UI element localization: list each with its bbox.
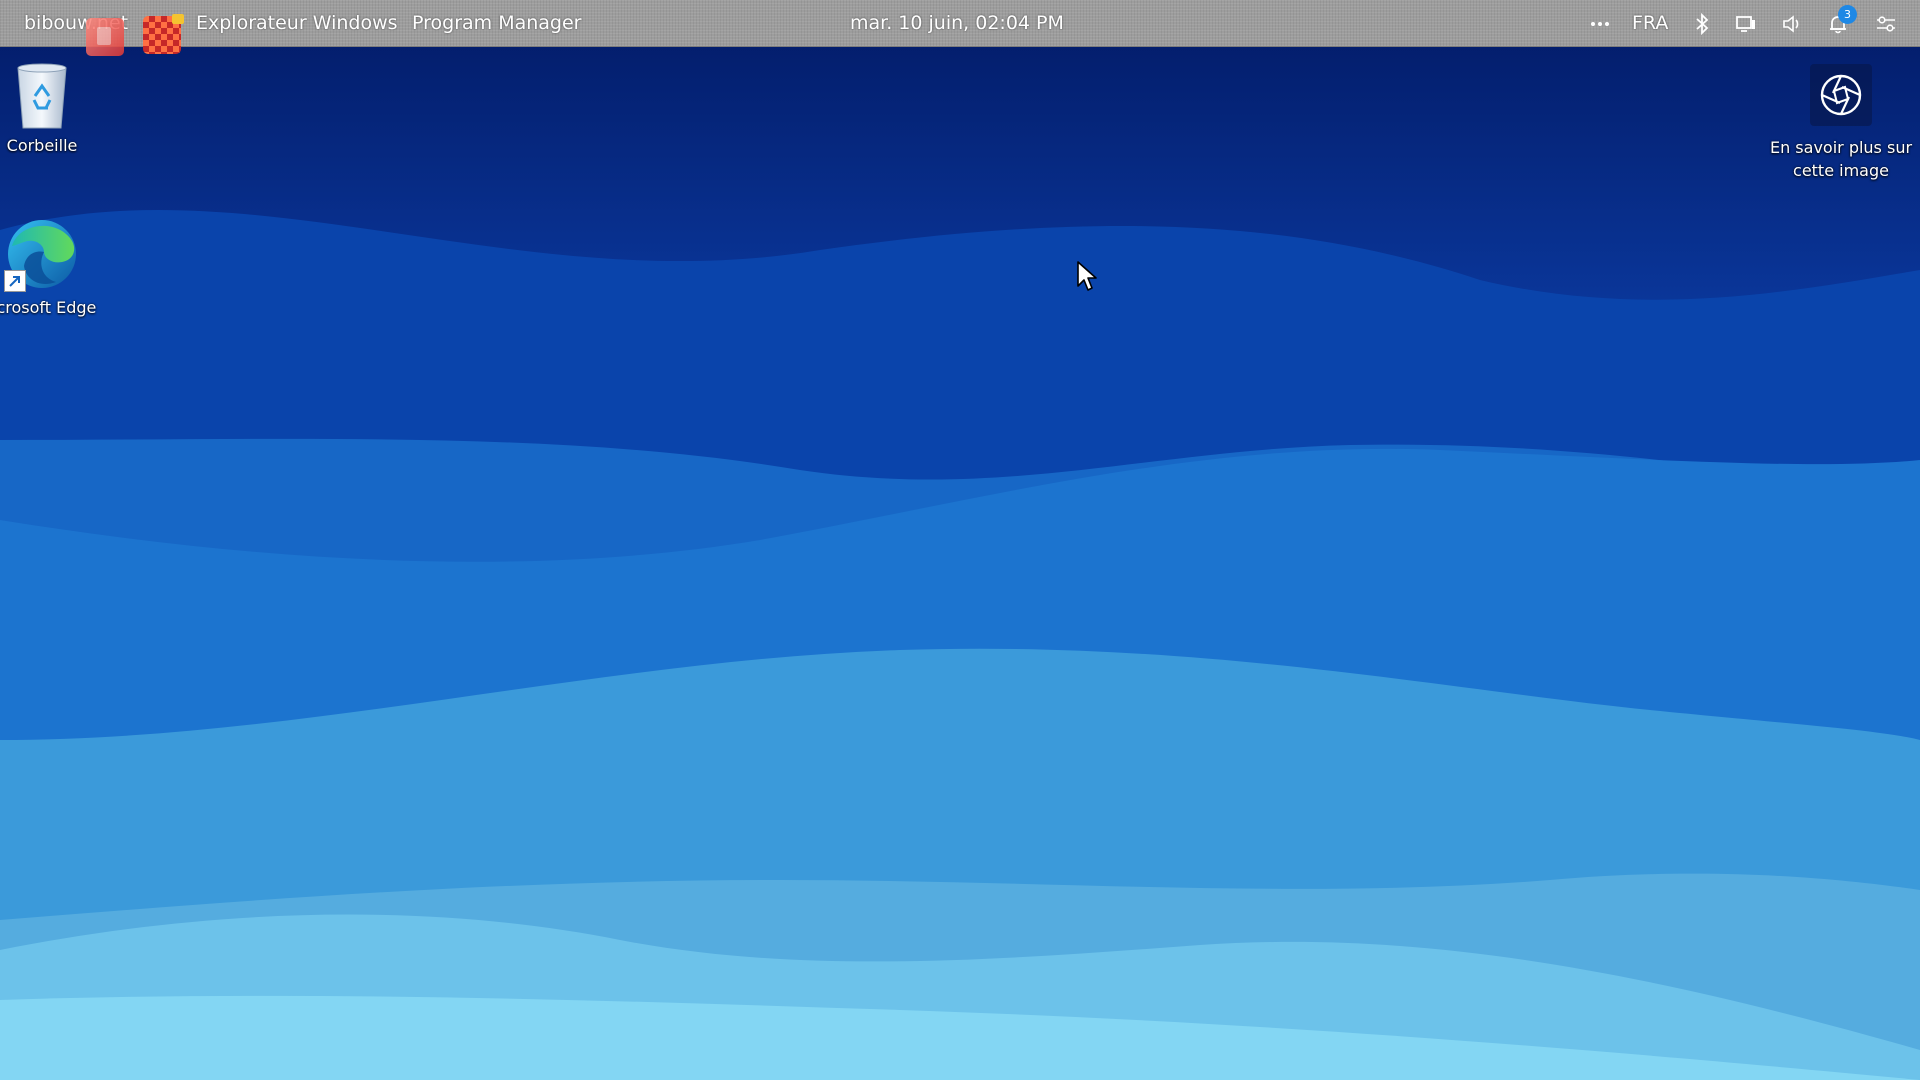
- window-title[interactable]: Explorateur Windows: [196, 12, 398, 34]
- folder-icon: [172, 14, 184, 24]
- display-icon[interactable]: [1734, 12, 1758, 36]
- shortcut-arrow-icon: [4, 270, 26, 292]
- volume-icon[interactable]: [1780, 12, 1804, 36]
- clock[interactable]: mar. 10 juin, 02:04 PM: [850, 12, 1064, 34]
- settings-icon[interactable]: [1874, 12, 1898, 36]
- spotlight-icon-box[interactable]: [1810, 64, 1872, 126]
- notification-badge: 3: [1838, 5, 1857, 24]
- top-menu-bar: bibouw.net Explorateur Windows Program M…: [0, 0, 1920, 56]
- bluetooth-icon[interactable]: [1690, 12, 1714, 36]
- wallpaper: [0, 0, 1920, 1080]
- camera-icon: [1820, 74, 1862, 116]
- desktop-item-microsoft-edge[interactable]: icrosoft Edge: [0, 214, 110, 324]
- spotlight-label: En savoir plus sur cette image: [1769, 138, 1913, 180]
- desktop-item-label: Corbeille: [6, 136, 78, 155]
- desktop-item-recycle-bin[interactable]: Corbeille: [0, 58, 84, 162]
- language-indicator[interactable]: FRA: [1632, 12, 1668, 34]
- app-title[interactable]: Program Manager: [412, 12, 582, 34]
- spotlight-learn-more[interactable]: En savoir plus sur cette image: [1762, 64, 1920, 194]
- recycle-bin-icon: [17, 63, 67, 129]
- more-icon[interactable]: [1588, 12, 1612, 36]
- mouse-cursor-icon: [1077, 261, 1097, 291]
- app-icon[interactable]: [86, 18, 124, 56]
- desktop-item-label: icrosoft Edge: [0, 298, 97, 317]
- desktop[interactable]: bibouw.net Explorateur Windows Program M…: [0, 0, 1920, 1080]
